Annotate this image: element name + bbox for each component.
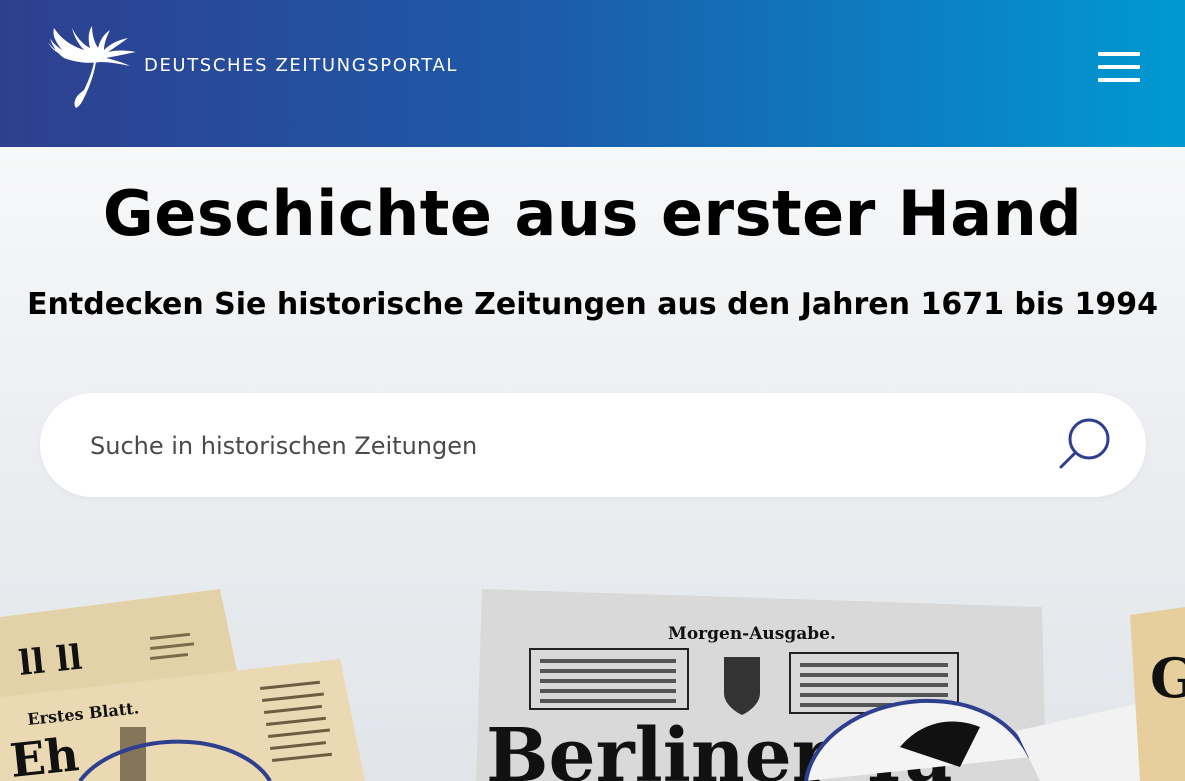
main-menu-button[interactable]: [1096, 50, 1142, 84]
hero-section: Geschichte aus erster Hand Entdecken Sie…: [0, 147, 1185, 781]
site-header: DEUTSCHES ZEITUNGSPORTAL: [0, 0, 1185, 147]
newspaper-collage: ll ll Erstes Blatt. Eh Morgen-Ausgabe. B…: [0, 567, 1185, 781]
portal-logo-link[interactable]: DEUTSCHES ZEITUNGSPORTAL: [44, 20, 458, 110]
search-input[interactable]: [88, 421, 992, 471]
search-button[interactable]: [1056, 417, 1114, 473]
svg-text:ll ll: ll ll: [17, 638, 84, 684]
svg-text:Eh: Eh: [8, 727, 82, 781]
svg-text:G: G: [1150, 646, 1185, 710]
search-icon: [1059, 418, 1110, 469]
center-newspaper: Morgen-Ausgabe. Berliner Ta: [476, 589, 1046, 781]
page-subtitle: Entdecken Sie historische Zeitungen aus …: [27, 287, 1158, 322]
dandelion-feather-icon: [48, 26, 136, 108]
page-title: Geschichte aus erster Hand: [102, 177, 1083, 250]
hamburger-menu-icon: [1098, 52, 1140, 56]
portal-logo-text: DEUTSCHES ZEITUNGSPORTAL: [144, 54, 459, 76]
newspaper-collage-image: ll ll Erstes Blatt. Eh Morgen-Ausgabe. B…: [0, 589, 1185, 781]
search-bar: [40, 393, 1146, 497]
center-edition-label: Morgen-Ausgabe.: [668, 624, 836, 644]
